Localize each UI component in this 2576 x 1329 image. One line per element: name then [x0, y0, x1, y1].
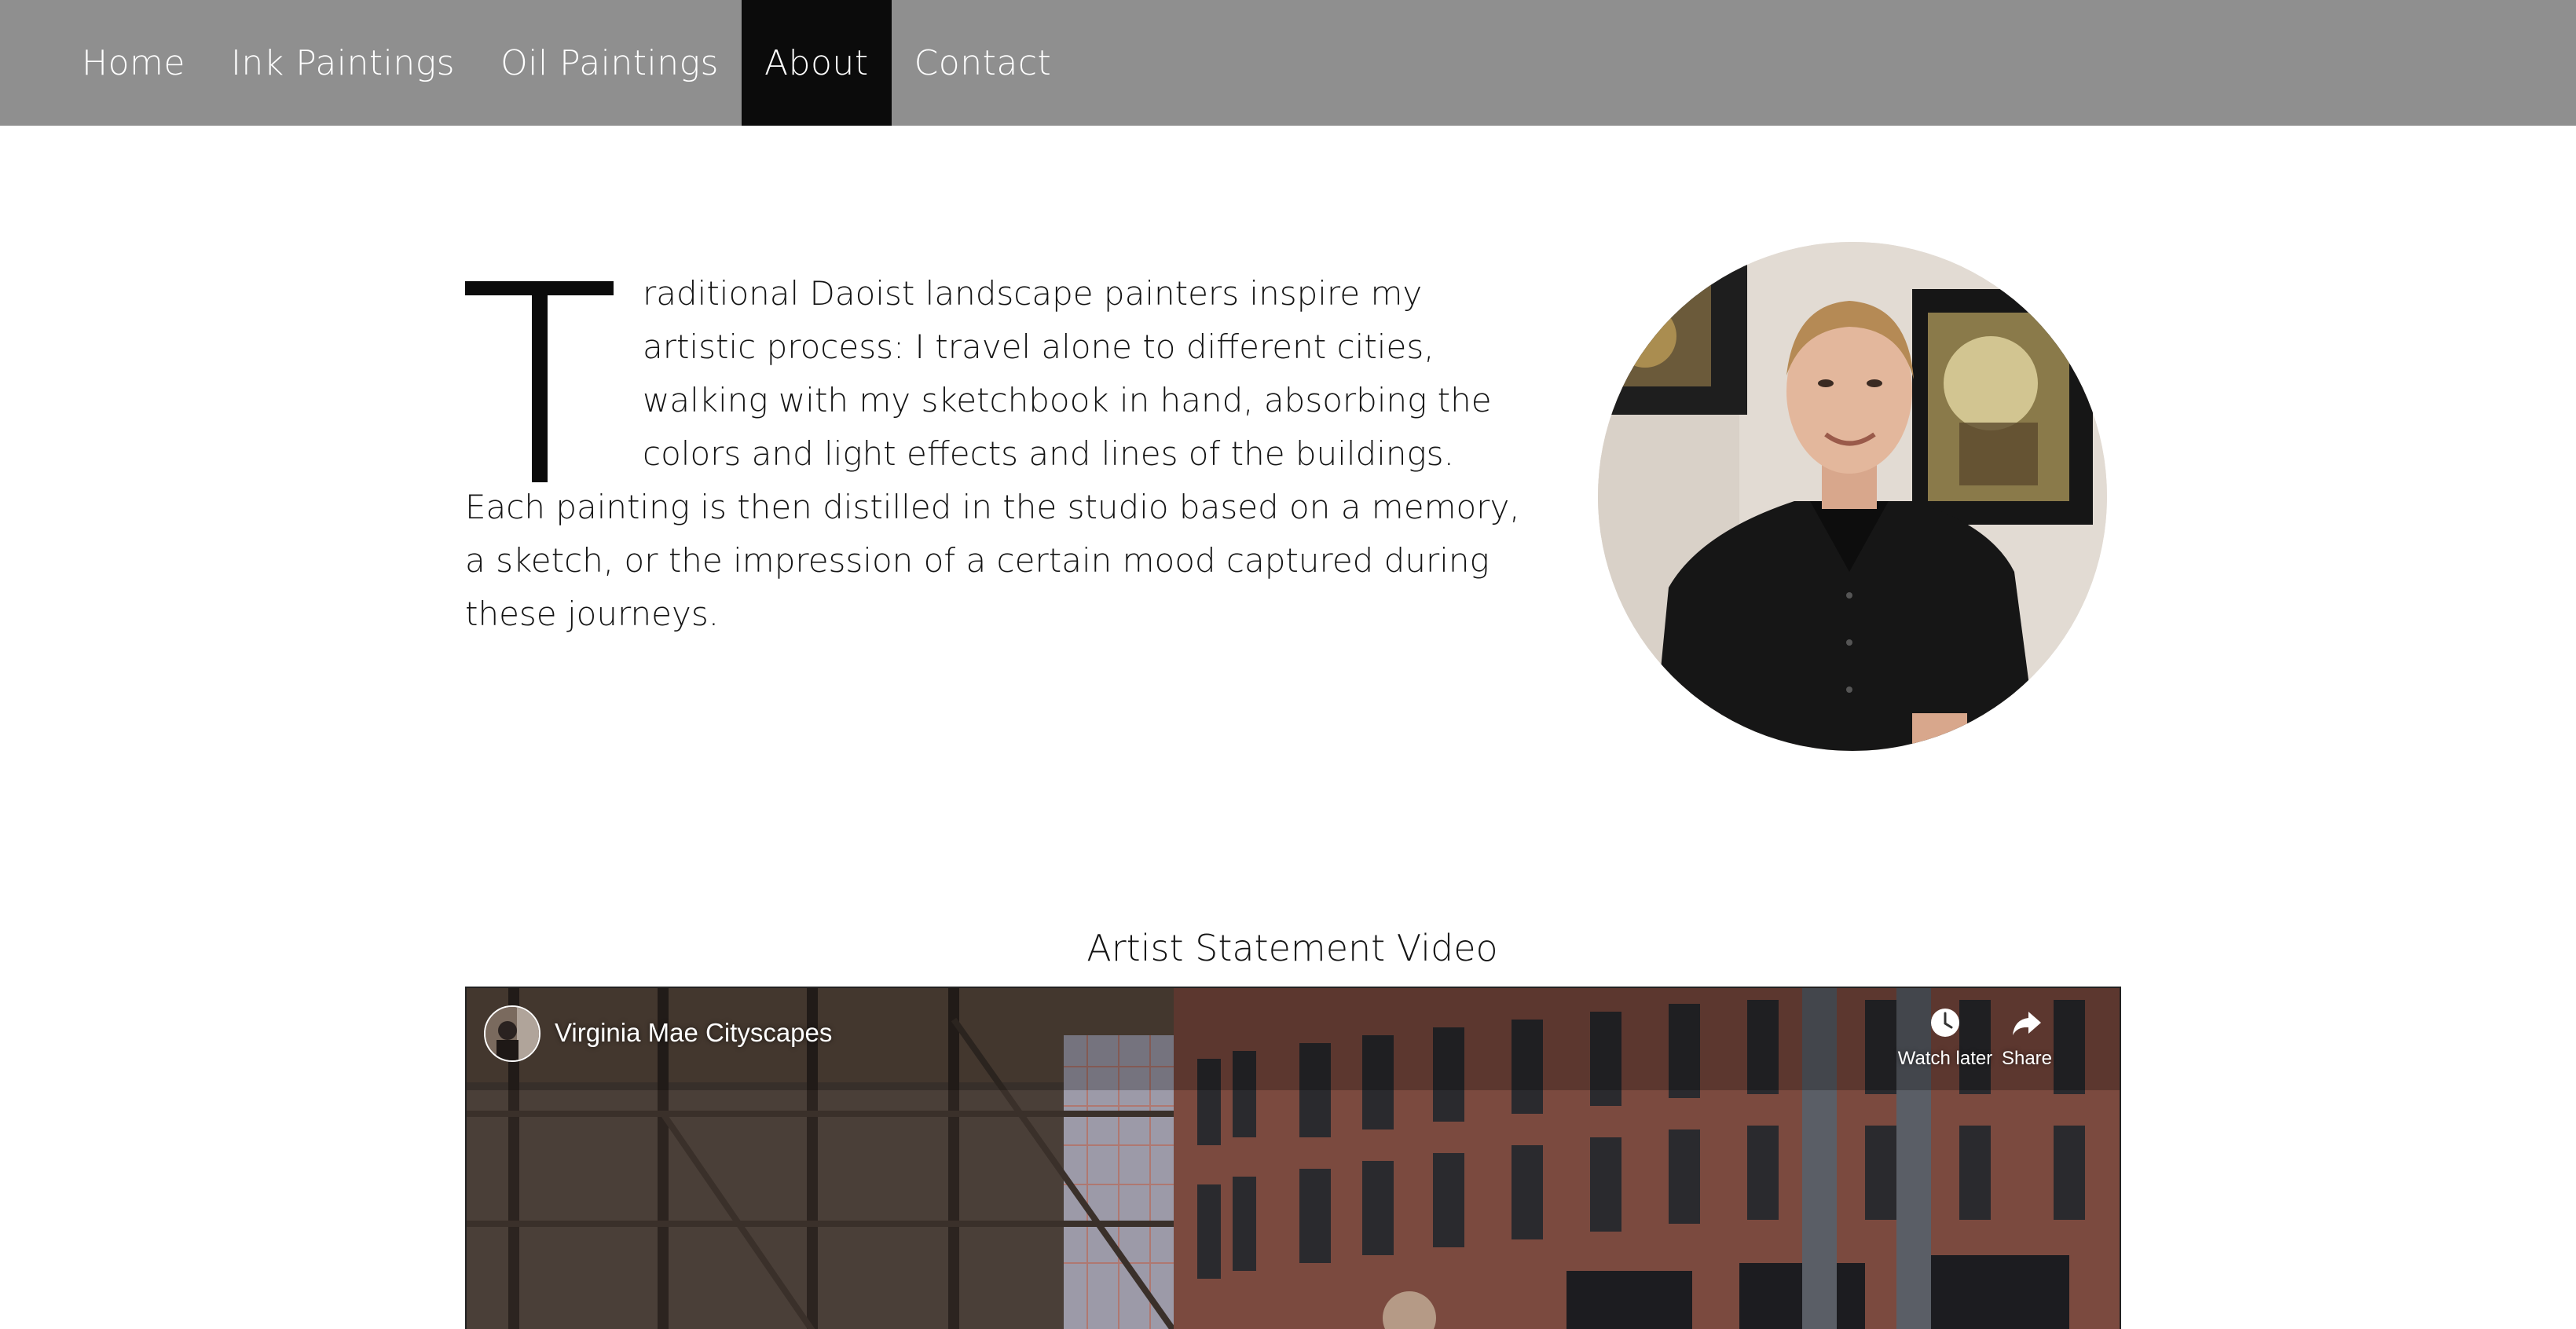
top-navigation-bar: Home Ink Paintings Oil Paintings About C…: [0, 0, 2576, 126]
channel-avatar[interactable]: [484, 1005, 540, 1062]
watch-later-button[interactable]: Watch later: [1890, 1005, 2000, 1070]
watch-later-label: Watch later: [1897, 1048, 1993, 1069]
artist-portrait-photo: [1598, 242, 2107, 751]
drop-cap-stem: [532, 281, 548, 482]
nav-item-about[interactable]: About: [741, 0, 892, 126]
nav-item-ink-paintings[interactable]: Ink Paintings: [208, 0, 478, 126]
embedded-video-player[interactable]: Virginia Mae Cityscapes Watch later Shar…: [465, 987, 2121, 1329]
nav-item-oil-paintings[interactable]: Oil Paintings: [478, 0, 742, 126]
video-section-title: Artist Statement Video: [1086, 927, 1498, 969]
drop-cap-letter: T: [465, 267, 643, 482]
clock-icon: [1931, 1009, 1959, 1037]
artist-intro-paragraph: T raditional Daoist landscape painters i…: [465, 267, 1538, 641]
nav-item-contact[interactable]: Contact: [892, 0, 1075, 126]
share-arrow-icon: [2013, 1012, 2041, 1035]
nav-item-home[interactable]: Home: [59, 0, 208, 126]
share-label: Share: [2001, 1048, 2053, 1069]
share-button[interactable]: Share: [1988, 1005, 2066, 1070]
channel-name[interactable]: Virginia Mae Cityscapes: [555, 1018, 832, 1048]
